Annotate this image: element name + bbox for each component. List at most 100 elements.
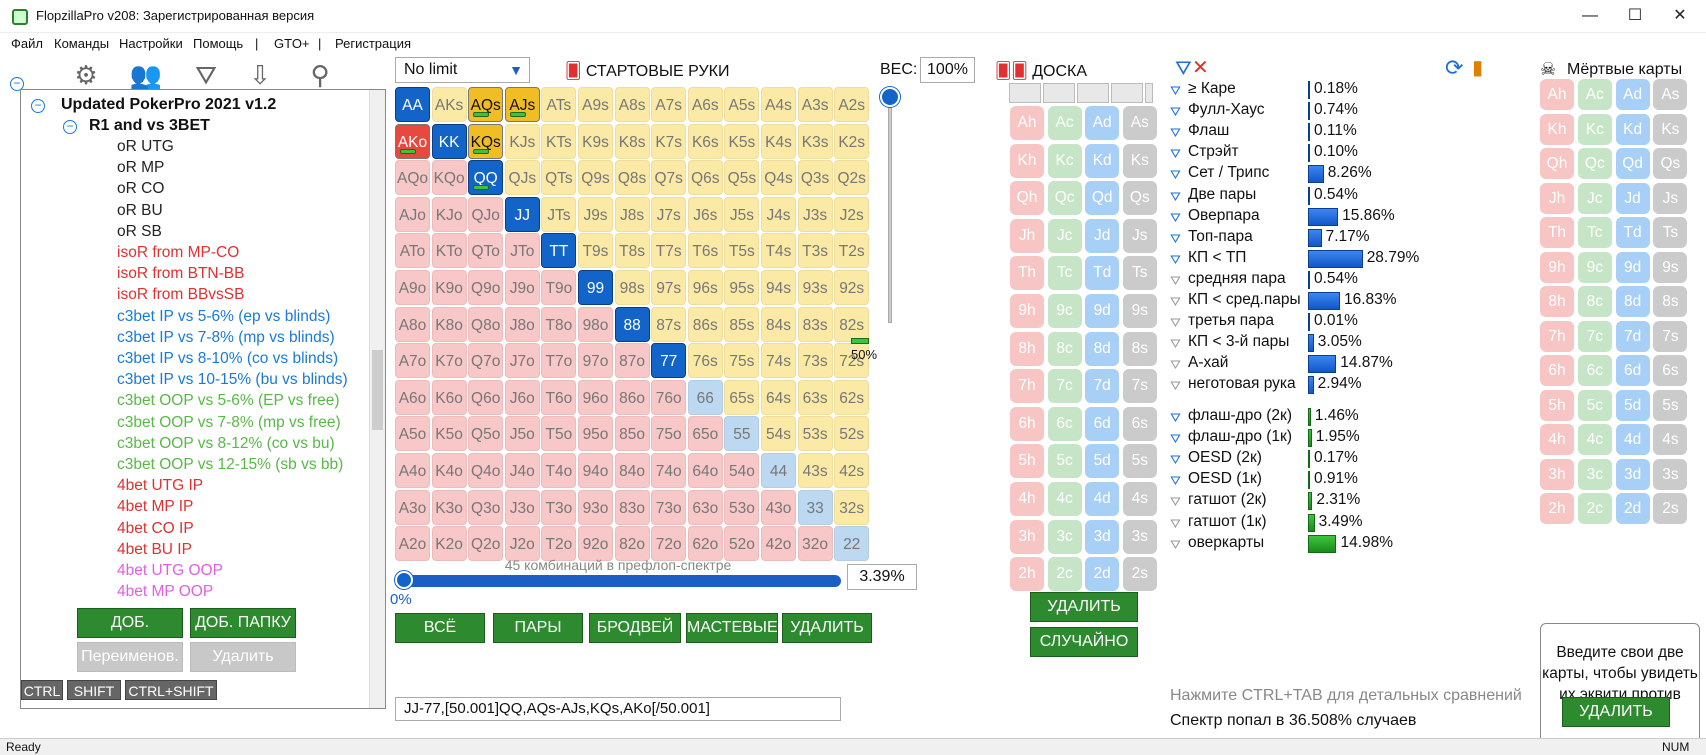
card[interactable]: 8d: [1615, 286, 1650, 317]
card[interactable]: 3h: [1540, 458, 1574, 490]
hand-cell[interactable]: J9s: [578, 196, 613, 232]
card[interactable]: 2d: [1085, 557, 1120, 592]
tree-item[interactable]: oR CO: [117, 180, 164, 198]
card[interactable]: 7h: [1010, 369, 1044, 404]
card[interactable]: 9c: [1577, 251, 1612, 283]
hand-cell[interactable]: 42s: [834, 453, 870, 488]
hand-cell[interactable]: 32s: [834, 489, 870, 525]
download-icon[interactable]: ⇩: [242, 60, 278, 90]
hand-cell[interactable]: 96s: [687, 270, 723, 305]
weight-slider[interactable]: [888, 93, 892, 323]
stat-row[interactable]: ⛛ неготовая рука: [1170, 375, 1296, 393]
hand-cell[interactable]: 75o: [651, 416, 687, 452]
search-icon[interactable]: ⚲: [302, 60, 338, 90]
menu-settings[interactable]: Настройки: [119, 36, 183, 51]
hand-cell[interactable]: J5s: [724, 196, 760, 232]
card[interactable]: 8c: [1577, 286, 1612, 317]
hand-cell[interactable]: 99: [578, 270, 613, 305]
hand-cell[interactable]: 65s: [724, 379, 760, 415]
card[interactable]: 7s: [1122, 369, 1157, 404]
card[interactable]: 9d: [1615, 251, 1650, 283]
hand-cell[interactable]: K8s: [614, 123, 650, 159]
card[interactable]: Qc: [1577, 148, 1612, 179]
stat-row[interactable]: ⛛ оверкарты: [1170, 534, 1264, 552]
tree-item[interactable]: 4bet MP IP: [117, 498, 193, 516]
hand-cell[interactable]: 77: [651, 343, 687, 379]
hand-cell[interactable]: QJs: [504, 160, 540, 196]
hand-cell[interactable]: K9o: [431, 270, 467, 305]
hand-cell[interactable]: Q2s: [834, 160, 870, 196]
board-random-button[interactable]: СЛУЧАЙНО: [1030, 627, 1138, 657]
card[interactable]: 6s: [1122, 406, 1157, 441]
hand-cell[interactable]: A2s: [834, 87, 870, 122]
hand-cell[interactable]: 44: [761, 453, 796, 488]
card[interactable]: Ah: [1540, 79, 1574, 110]
hand-cell[interactable]: 53s: [797, 416, 833, 452]
hand-cell[interactable]: 33: [797, 489, 833, 525]
hand-cell[interactable]: AKo: [395, 123, 430, 159]
card[interactable]: 8c: [1047, 331, 1082, 366]
ctrl-shift-key-button[interactable]: CTRL+SHIFT: [125, 680, 217, 700]
hand-cell[interactable]: Q6s: [687, 160, 723, 196]
hand-cell[interactable]: K3s: [797, 123, 833, 159]
tree-item[interactable]: isoR from BBvsSB: [117, 286, 244, 304]
hand-cell[interactable]: 96o: [578, 379, 613, 415]
filter-icon[interactable]: ⛛: [1170, 231, 1182, 246]
card[interactable]: 6c: [1047, 406, 1082, 441]
hand-cell[interactable]: Q8s: [614, 160, 650, 196]
filter-icon[interactable]: ⛛: [1170, 378, 1182, 393]
card[interactable]: Js: [1653, 182, 1688, 214]
hand-cell[interactable]: 53o: [724, 489, 760, 525]
card[interactable]: 4h: [1010, 482, 1044, 516]
add-range-button[interactable]: ДОБ. СПЕКТР: [77, 608, 183, 659]
filter-icon[interactable]: ⛛: [1170, 315, 1182, 330]
hand-cell[interactable]: Q8o: [468, 306, 504, 342]
card[interactable]: Qd: [1085, 181, 1120, 216]
hand-cell[interactable]: Q5o: [468, 416, 504, 452]
card[interactable]: 4c: [1047, 482, 1082, 516]
card[interactable]: 8s: [1653, 286, 1688, 317]
tree-scrollbar-thumb[interactable]: [372, 350, 383, 430]
hand-cell[interactable]: T6s: [687, 233, 723, 269]
hand-cell[interactable]: K9s: [578, 123, 613, 159]
pairs-button[interactable]: ПАРЫ: [493, 613, 583, 643]
stat-row[interactable]: ⛛ третья пара: [1170, 312, 1274, 330]
board-slot[interactable]: [1009, 83, 1041, 103]
tree-item[interactable]: oR MP: [117, 159, 164, 177]
card[interactable]: 3c: [1577, 458, 1612, 490]
card[interactable]: Tc: [1577, 217, 1612, 248]
rename-button[interactable]: Переименов.: [77, 642, 183, 672]
hand-cell[interactable]: K4o: [431, 453, 467, 488]
hand-cell[interactable]: AA: [395, 87, 430, 122]
card[interactable]: Qc: [1047, 181, 1082, 216]
card[interactable]: 5s: [1122, 444, 1157, 479]
ctrl-key-button[interactable]: CTRL: [21, 680, 63, 700]
card[interactable]: Th: [1010, 256, 1044, 291]
menu-commands[interactable]: Команды: [54, 36, 109, 51]
card[interactable]: 5h: [1010, 444, 1044, 479]
hand-cell[interactable]: 76s: [687, 343, 723, 379]
stat-row[interactable]: ⛛ ≥ Каре: [1170, 80, 1236, 98]
maximize-button[interactable]: ☐: [1615, 4, 1655, 28]
stat-row[interactable]: ⛛ Оверпара: [1170, 207, 1260, 225]
hand-cell[interactable]: QJo: [468, 196, 504, 232]
filter-icon[interactable]: ⛛: [1175, 58, 1192, 81]
filter-icon[interactable]: ⛛: [1170, 494, 1182, 509]
hand-cell[interactable]: KJs: [504, 123, 540, 159]
hand-cell[interactable]: 32o: [797, 526, 833, 562]
hand-cell[interactable]: Q9o: [468, 270, 504, 305]
hand-cell[interactable]: T8o: [541, 306, 577, 342]
hand-cell[interactable]: 82s: [834, 306, 870, 342]
hand-cell[interactable]: 95o: [578, 416, 613, 452]
hand-cell[interactable]: 62s: [834, 379, 870, 415]
board-slot[interactable]: [1111, 83, 1143, 103]
card[interactable]: Td: [1085, 256, 1120, 291]
card[interactable]: 6c: [1577, 355, 1612, 386]
filter-icon[interactable]: ⛛: [1170, 452, 1182, 467]
card[interactable]: Kh: [1010, 143, 1044, 178]
hand-cell[interactable]: K8o: [431, 306, 467, 342]
filter-add-icon[interactable]: ⛛: [188, 60, 224, 90]
stat-row[interactable]: ⛛ КП < 3-й пары: [1170, 333, 1289, 351]
card[interactable]: Jh: [1010, 218, 1044, 253]
hand-cell[interactable]: T9s: [578, 233, 613, 269]
